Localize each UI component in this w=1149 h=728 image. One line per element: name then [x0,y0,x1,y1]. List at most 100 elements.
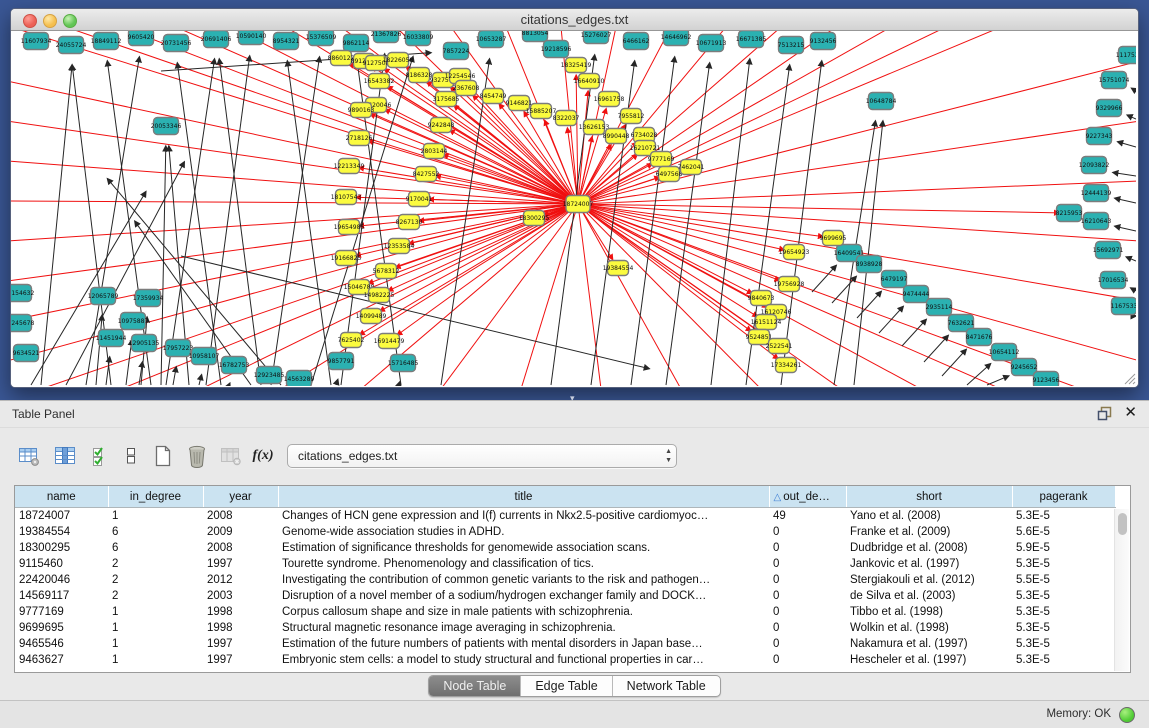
graph-node[interactable]: 3175685 [433,92,460,107]
graph-node[interactable]: 2522541 [766,339,793,354]
graph-node[interactable]: 8454749 [480,89,507,104]
graph-node[interactable]: 12065789 [88,288,119,305]
table-cell[interactable]: 6 [108,540,203,556]
graph-node[interactable]: 11451944 [96,330,127,347]
table-cell[interactable]: 6 [108,524,203,540]
graph-node[interactable]: 14099489 [356,309,387,324]
table-row[interactable]: 946362711997Embryonic stem cells: a mode… [15,652,1115,668]
graph-node[interactable]: 19218596 [541,41,572,58]
graph-node[interactable]: 20691406 [201,31,232,48]
column-header[interactable]: △out_de… [769,486,846,508]
minimize-window-button[interactable] [43,14,57,28]
column-visibility-icon[interactable] [88,443,114,469]
table-cell[interactable]: 2008 [203,540,278,556]
table-cell[interactable]: 1 [108,508,203,525]
table-cell[interactable]: Dudbridge et al. (2008) [846,540,1012,556]
table-row[interactable]: 1872400712008Changes of HCN gene express… [15,508,1115,525]
graph-node[interactable]: 10671913 [696,35,727,52]
graph-node[interactable]: 13245678 [11,315,34,332]
graph-node[interactable]: 9634521 [13,345,40,362]
table-cell[interactable]: 1 [108,652,203,668]
graph-node[interactable]: 9862114 [343,35,370,52]
table-cell[interactable]: Tibbo et al. (1998) [846,604,1012,620]
memory-ok-indicator[interactable] [1119,707,1135,723]
table-cell[interactable]: 9699695 [15,620,108,636]
graph-node[interactable]: 8813054 [522,31,549,42]
table-cell[interactable]: 9463627 [15,652,108,668]
table-cell[interactable]: 22420046 [15,572,108,588]
table-cell[interactable]: 5.3E-5 [1012,652,1115,668]
table-cell[interactable]: 1997 [203,652,278,668]
table-cell[interactable]: 2009 [203,524,278,540]
table-cell[interactable]: Yano et al. (2008) [846,508,1012,525]
graph-node[interactable]: 17334261 [771,358,802,373]
graph-node[interactable]: 7462041 [678,160,705,175]
table-cell[interactable]: Hescheler et al. (1997) [846,652,1012,668]
graph-node[interactable]: 8215953 [1056,205,1083,222]
graph-node[interactable]: 2367608 [453,81,480,96]
graph-node[interactable]: 10958107 [189,348,220,365]
column-header[interactable]: year [203,486,278,508]
graph-node[interactable]: 24055724 [56,37,87,54]
table-cell[interactable]: 5.6E-5 [1012,524,1115,540]
graph-node[interactable]: 7857224 [443,43,470,60]
graph-node[interactable]: 8938928 [856,256,883,273]
graph-node[interactable]: 12444139 [1081,185,1112,202]
table-cell[interactable]: 0 [769,540,846,556]
delete-column-icon[interactable] [218,443,244,469]
graph-node[interactable]: 18107543 [331,190,362,205]
table-cell[interactable]: 0 [769,652,846,668]
graph-node[interactable]: 16543382 [364,74,395,89]
network-canvas[interactable]: 1160793424055724188491129605420207314562… [11,31,1138,387]
graph-node[interactable]: 15692971 [1093,242,1124,259]
table-cell[interactable]: 2 [108,556,203,572]
table-cell[interactable]: 14569117 [15,588,108,604]
graph-node[interactable]: 20053346 [151,118,182,135]
graph-node[interactable]: 18300295 [519,211,550,226]
table-cell[interactable]: Estimation of the future numbers of pati… [278,636,769,652]
graph-node[interactable]: 16671385 [736,31,767,48]
graph-node[interactable]: 9890163 [348,103,375,118]
graph-node[interactable]: 16640910 [574,74,605,89]
table-cell[interactable]: Investigating the contribution of common… [278,572,769,588]
table-cell[interactable]: de Silva et al. (2003) [846,588,1012,604]
graph-node[interactable]: 9605420 [128,31,155,46]
graph-node[interactable]: 15376509 [306,31,337,46]
graph-node[interactable]: 12905135 [129,335,160,352]
graph-node[interactable]: 16914479 [374,334,405,349]
graph-node[interactable]: 9123456 [1033,372,1060,387]
graph-node[interactable]: 8322037 [553,111,580,126]
table-row[interactable]: 977716911998Corpus callosum shape and si… [15,604,1115,620]
table-vertical-scrollbar[interactable] [1114,509,1129,671]
table-cell[interactable]: 2008 [203,508,278,525]
table-cell[interactable]: 0 [769,588,846,604]
graph-node[interactable]: 19756928 [774,277,805,292]
table-row[interactable]: 1456911722003Disruption of a novel membe… [15,588,1115,604]
table-cell[interactable]: 0 [769,620,846,636]
table-cell[interactable]: 5.9E-5 [1012,540,1115,556]
graph-node[interactable]: 7625402 [338,333,365,348]
table-cell[interactable]: 1998 [203,620,278,636]
table-row[interactable]: 946554611997Estimation of the future num… [15,636,1115,652]
graph-node[interactable]: 7513215 [778,37,805,54]
graph-node[interactable]: 14563289 [284,371,315,387]
table-cell[interactable]: 1 [108,636,203,652]
graph-node[interactable]: 11175308 [1116,47,1136,64]
float-panel-icon[interactable] [1097,406,1112,421]
graph-node[interactable]: 9242848 [428,118,455,133]
table-cell[interactable]: Disruption of a novel member of a sodium… [278,588,769,604]
table-cell[interactable]: 19384554 [15,524,108,540]
table-row[interactable]: 1938455462009Genome-wide association stu… [15,524,1115,540]
column-header[interactable]: short [846,486,1012,508]
table-cell[interactable]: Embryonic stem cells: a model to study s… [278,652,769,668]
graph-node[interactable]: 9777169 [648,152,675,167]
graph-node[interactable]: 15276027 [581,31,612,44]
graph-node[interactable]: 18325419 [561,58,592,73]
graph-node[interactable]: 12213349 [334,159,365,174]
graph-node[interactable]: 8186328 [406,68,433,83]
graph-node[interactable]: 16033809 [403,31,434,46]
graph-node[interactable]: 19384554 [603,261,634,276]
table-cell[interactable]: 0 [769,636,846,652]
table-cell[interactable]: Genome-wide association studies in ADHD. [278,524,769,540]
table-cell[interactable]: Nakamura et al. (1997) [846,636,1012,652]
